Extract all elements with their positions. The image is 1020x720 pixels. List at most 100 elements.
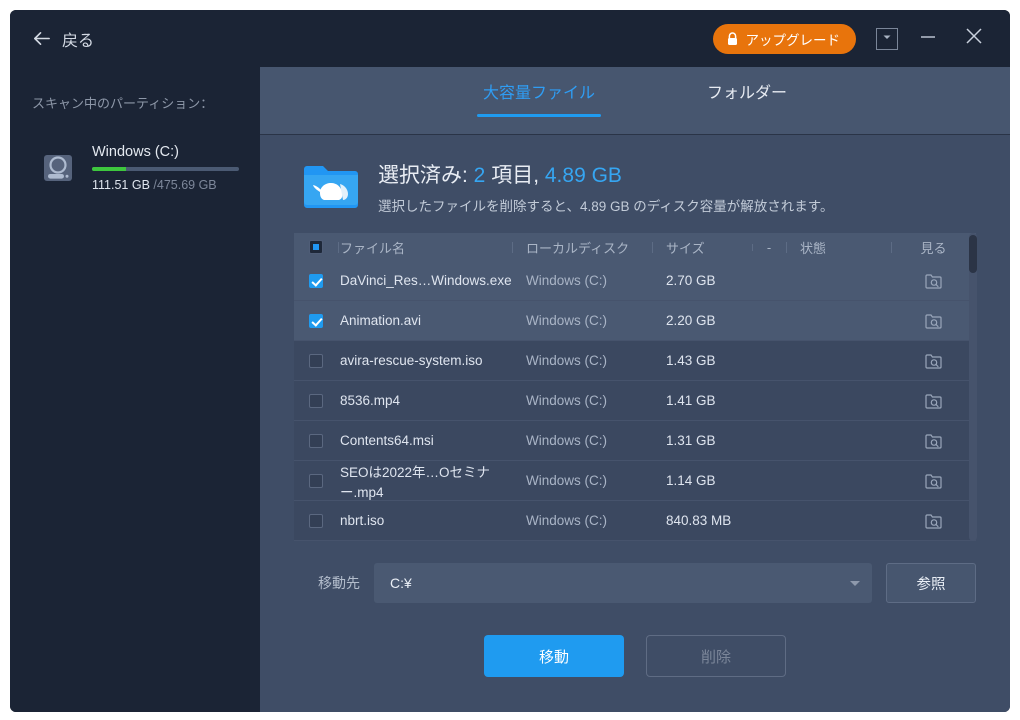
table-row[interactable]: SEOは2022年…Oセミナー.mp4 Windows (C:) 1.14 GB — [294, 461, 976, 501]
cell-local-disk: Windows (C:) — [526, 513, 608, 528]
column-header-state[interactable]: 状態 — [786, 238, 891, 257]
folder-search-icon — [925, 313, 942, 329]
disk-total-value: /475.69 GB — [153, 178, 217, 192]
table-header-row: ファイル名 ローカルディスク サイズ - 状態 見る — [294, 233, 976, 261]
sidebar-title: スキャン中のパーティション： — [32, 96, 214, 111]
selection-mid: 項目, — [485, 164, 545, 187]
cell-size: 1.41 GB — [666, 393, 716, 408]
cell-filename: 8536.mp4 — [340, 393, 401, 408]
cell-local-disk: Windows (C:) — [526, 473, 608, 488]
whale-folder-icon — [302, 161, 360, 213]
row-checkbox[interactable] — [294, 313, 338, 328]
row-checkbox[interactable] — [294, 393, 338, 408]
chevron-down-icon — [850, 580, 860, 586]
checkbox-unchecked-icon — [309, 393, 323, 408]
cell-filename: DaVinci_Res…Windows.exe — [340, 273, 512, 288]
table-row[interactable]: nbrt.iso Windows (C:) 840.83 MB — [294, 501, 976, 541]
column-header-view[interactable]: 見る — [891, 238, 976, 257]
move-button[interactable]: 移動 — [484, 635, 624, 677]
cell-size: 2.70 GB — [666, 273, 716, 288]
table-row[interactable]: avira-rescue-system.iso Windows (C:) 1.43 … — [294, 341, 976, 381]
back-button[interactable]: 戻る — [32, 27, 94, 51]
selection-prefix: 選択済み: — [378, 164, 474, 187]
tab-bar: 大容量ファイル フォルダー — [260, 67, 1010, 135]
column-header-local-disk[interactable]: ローカルディスク — [512, 238, 652, 257]
disk-used-value: 111.51 GB — [92, 178, 150, 192]
row-checkbox[interactable] — [294, 473, 338, 488]
destination-row: 移動先 C:¥ 参照 — [260, 541, 1010, 603]
app-window: 戻る アップグレード スキャン中のパーティション： Windows (C:) 1… — [10, 10, 1010, 712]
folder-search-icon — [925, 353, 942, 369]
column-header-size[interactable]: サイズ — [652, 238, 752, 257]
row-view-button[interactable] — [891, 313, 976, 329]
row-view-button[interactable] — [891, 393, 976, 409]
cell-filename: avira-rescue-system.iso — [340, 353, 483, 368]
menu-caret-button[interactable] — [876, 27, 898, 50]
tab-folders[interactable]: フォルダー — [701, 79, 793, 123]
close-button[interactable] — [954, 19, 994, 59]
row-checkbox[interactable] — [294, 353, 338, 368]
column-header-filename[interactable]: ファイル名 — [338, 238, 512, 257]
cell-filename: nbrt.iso — [340, 513, 385, 528]
upgrade-button-label: アップグレード — [745, 32, 841, 48]
folder-search-icon — [925, 433, 942, 449]
tab-large-files[interactable]: 大容量ファイル — [476, 79, 602, 123]
selection-count: 2 — [473, 164, 486, 187]
file-table: ファイル名 ローカルディスク サイズ - 状態 見る DaVinci_Res…W… — [294, 233, 977, 541]
lock-icon — [726, 31, 739, 46]
row-checkbox[interactable] — [294, 513, 338, 528]
selection-size: 4.89 GB — [544, 164, 622, 187]
selection-summary-description: 選択したファイルを削除すると、4.89 GB のディスク容量が解放されます。 — [378, 199, 834, 214]
folder-search-icon — [925, 513, 942, 529]
disk-usage-fill — [92, 167, 127, 171]
hard-disk-icon — [38, 148, 78, 188]
disk-usage-bar — [92, 167, 239, 171]
table-row[interactable]: Contents64.msi Windows (C:) 1.31 GB — [294, 421, 976, 461]
row-view-button[interactable] — [891, 433, 976, 449]
window-body: スキャン中のパーティション： Windows (C:) 111.51 GB /4… — [10, 67, 1010, 712]
back-button-label: 戻る — [62, 32, 95, 50]
cell-size: 1.31 GB — [666, 433, 716, 448]
table-row[interactable]: Animation.avi Windows (C:) 2.20 GB — [294, 301, 976, 341]
upgrade-button[interactable]: アップグレード — [712, 23, 856, 54]
cell-size: 840.83 MB — [666, 513, 732, 528]
select-all-checkbox[interactable] — [294, 240, 338, 254]
delete-button: 削除 — [646, 635, 786, 677]
row-view-button[interactable] — [891, 353, 976, 369]
row-view-button[interactable] — [891, 273, 976, 289]
checkbox-checked-icon — [309, 313, 323, 328]
checkbox-unchecked-icon — [309, 473, 323, 488]
action-buttons: 移動 削除 — [260, 603, 1010, 677]
disk-sizes: 111.51 GB /475.69 GB — [92, 178, 240, 192]
cell-filename: Contents64.msi — [340, 433, 434, 448]
checkbox-unchecked-icon — [309, 433, 323, 448]
row-view-button[interactable] — [891, 513, 976, 529]
destination-select[interactable]: C:¥ — [374, 563, 872, 603]
selection-summary: 選択済み: 2 項目, 4.89 GB 選択したファイルを削除すると、4.89 … — [260, 135, 1010, 233]
row-view-button[interactable] — [891, 473, 976, 489]
table-row[interactable]: DaVinci_Res…Windows.exe Windows (C:) 2.70 … — [294, 261, 976, 301]
table-row[interactable]: 8536.mp4 Windows (C:) 1.41 GB — [294, 381, 976, 421]
browse-button[interactable]: 参照 — [886, 563, 976, 603]
cell-local-disk: Windows (C:) — [526, 393, 608, 408]
checkbox-indeterminate-icon — [309, 240, 323, 254]
table-scrollbar-thumb[interactable] — [969, 235, 977, 273]
destination-value: C:¥ — [390, 575, 412, 591]
row-checkbox[interactable] — [294, 273, 338, 288]
checkbox-checked-icon — [309, 273, 323, 288]
sidebar: スキャン中のパーティション： Windows (C:) 111.51 GB /4… — [10, 67, 260, 712]
minimize-icon — [919, 30, 937, 48]
destination-label: 移動先 — [318, 575, 360, 591]
disk-name: Windows (C:) — [92, 144, 180, 160]
main-panel: 大容量ファイル フォルダー 選択済み: 2 項目, 4.89 GB 選択したファ… — [260, 67, 1010, 712]
cell-size: 1.43 GB — [666, 353, 716, 368]
arrow-left-icon — [32, 29, 51, 48]
cell-size: 2.20 GB — [666, 313, 716, 328]
table-scrollbar[interactable] — [969, 233, 977, 541]
row-checkbox[interactable] — [294, 433, 338, 448]
sidebar-item-disk-windows-c[interactable]: Windows (C:) 111.51 GB /475.69 GB — [10, 136, 260, 200]
column-header-sort[interactable]: - — [752, 240, 786, 255]
window-controls: アップグレード — [712, 19, 995, 59]
minimize-button[interactable] — [908, 19, 948, 59]
folder-search-icon — [925, 473, 942, 489]
